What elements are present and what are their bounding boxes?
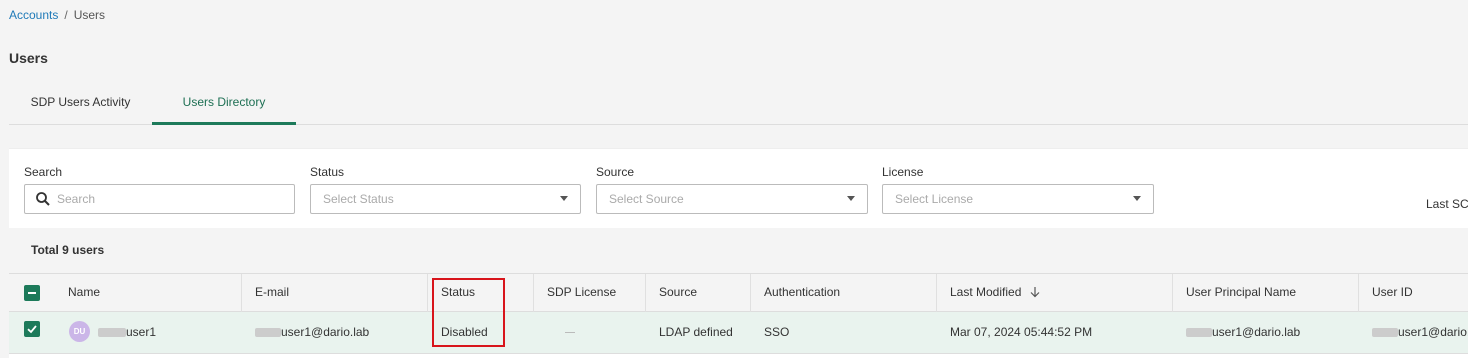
search-label: Search xyxy=(24,165,63,179)
row-checkbox[interactable] xyxy=(24,321,40,337)
table-header: Name E-mail Status SDP License Source Au… xyxy=(9,273,1468,312)
redacted-text xyxy=(98,328,126,338)
redacted-text xyxy=(255,328,281,338)
tab-users-directory[interactable]: Users Directory xyxy=(152,88,296,125)
column-header-source[interactable]: Source xyxy=(645,274,750,312)
column-header-status[interactable]: Status xyxy=(427,274,533,312)
user-name: user1 xyxy=(126,325,157,339)
users-summary: Total 9 users xyxy=(9,229,1468,273)
breadcrumb-current: Users xyxy=(73,8,106,22)
redacted-text xyxy=(1372,328,1398,338)
status-select-placeholder: Select Status xyxy=(323,192,394,206)
search-input[interactable]: Search xyxy=(24,184,295,214)
filter-panel: Search Search Status Select Status Sourc… xyxy=(9,148,1468,228)
status-select[interactable]: Select Status xyxy=(310,184,581,214)
user-upn: user1@dario.lab xyxy=(1212,325,1301,339)
cell-authentication: SSO xyxy=(764,325,790,339)
column-header-sdp-license[interactable]: SDP License xyxy=(533,274,645,312)
page-title: Users xyxy=(9,50,48,66)
license-select-placeholder: Select License xyxy=(895,192,974,206)
cell-last-modified: Mar 07, 2024 05:44:52 PM xyxy=(950,325,1093,339)
breadcrumb: Accounts / Users xyxy=(9,8,105,22)
select-all-checkbox[interactable] xyxy=(24,285,40,301)
column-header-email[interactable]: E-mail xyxy=(241,274,427,312)
column-header-name[interactable]: Name xyxy=(55,274,241,312)
cell-user-id: user1@dario. xyxy=(1359,312,1468,354)
checkmark-icon xyxy=(27,325,37,334)
last-modified-label: Last Modified xyxy=(950,285,1022,299)
license-select[interactable]: Select License xyxy=(882,184,1154,214)
source-filter-label: Source xyxy=(596,165,635,179)
column-header-authentication[interactable]: Authentication xyxy=(750,274,936,312)
cell-sdp-license xyxy=(552,312,645,354)
last-sc-label: Last SC xyxy=(1426,197,1468,211)
cell-status: Disabled xyxy=(441,325,488,339)
column-header-user-id[interactable]: User ID xyxy=(1358,274,1468,312)
sort-descending-icon xyxy=(1030,287,1040,298)
users-table: Name E-mail Status SDP License Source Au… xyxy=(9,273,1468,358)
tab-sdp-users-activity[interactable]: SDP Users Activity xyxy=(9,88,152,125)
cell-user-principal-name: user1@dario.lab xyxy=(1173,312,1358,354)
search-placeholder: Search xyxy=(57,192,96,206)
source-select-placeholder: Select Source xyxy=(609,192,684,206)
cell-name: user1 xyxy=(85,312,241,354)
user-email: user1@dario.lab xyxy=(281,325,370,339)
status-filter-label: Status xyxy=(310,165,345,179)
user-id: user1@dario. xyxy=(1398,325,1468,339)
table-row[interactable]: DU user1 user1@dario.lab Disabled LDAP d… xyxy=(9,312,1468,354)
column-header-user-principal-name[interactable]: User Principal Name xyxy=(1172,274,1358,312)
license-filter-label: License xyxy=(882,165,924,179)
empty-value-dash xyxy=(565,332,575,334)
tab-bar: SDP Users Activity Users Directory xyxy=(9,88,1468,125)
cell-email: user1@dario.lab xyxy=(242,312,427,354)
chevron-down-icon xyxy=(560,196,568,201)
redacted-text xyxy=(1186,328,1212,338)
total-users-count: Total 9 users xyxy=(31,243,105,257)
chevron-down-icon xyxy=(1133,196,1141,201)
cell-source: LDAP defined xyxy=(659,325,733,339)
column-header-last-modified[interactable]: Last Modified xyxy=(936,274,1172,312)
chevron-down-icon xyxy=(847,196,855,201)
select-all-cell xyxy=(9,274,55,312)
source-select[interactable]: Select Source xyxy=(596,184,868,214)
breadcrumb-separator: / xyxy=(64,8,68,22)
search-icon xyxy=(36,192,50,206)
breadcrumb-accounts-link[interactable]: Accounts xyxy=(9,8,58,22)
